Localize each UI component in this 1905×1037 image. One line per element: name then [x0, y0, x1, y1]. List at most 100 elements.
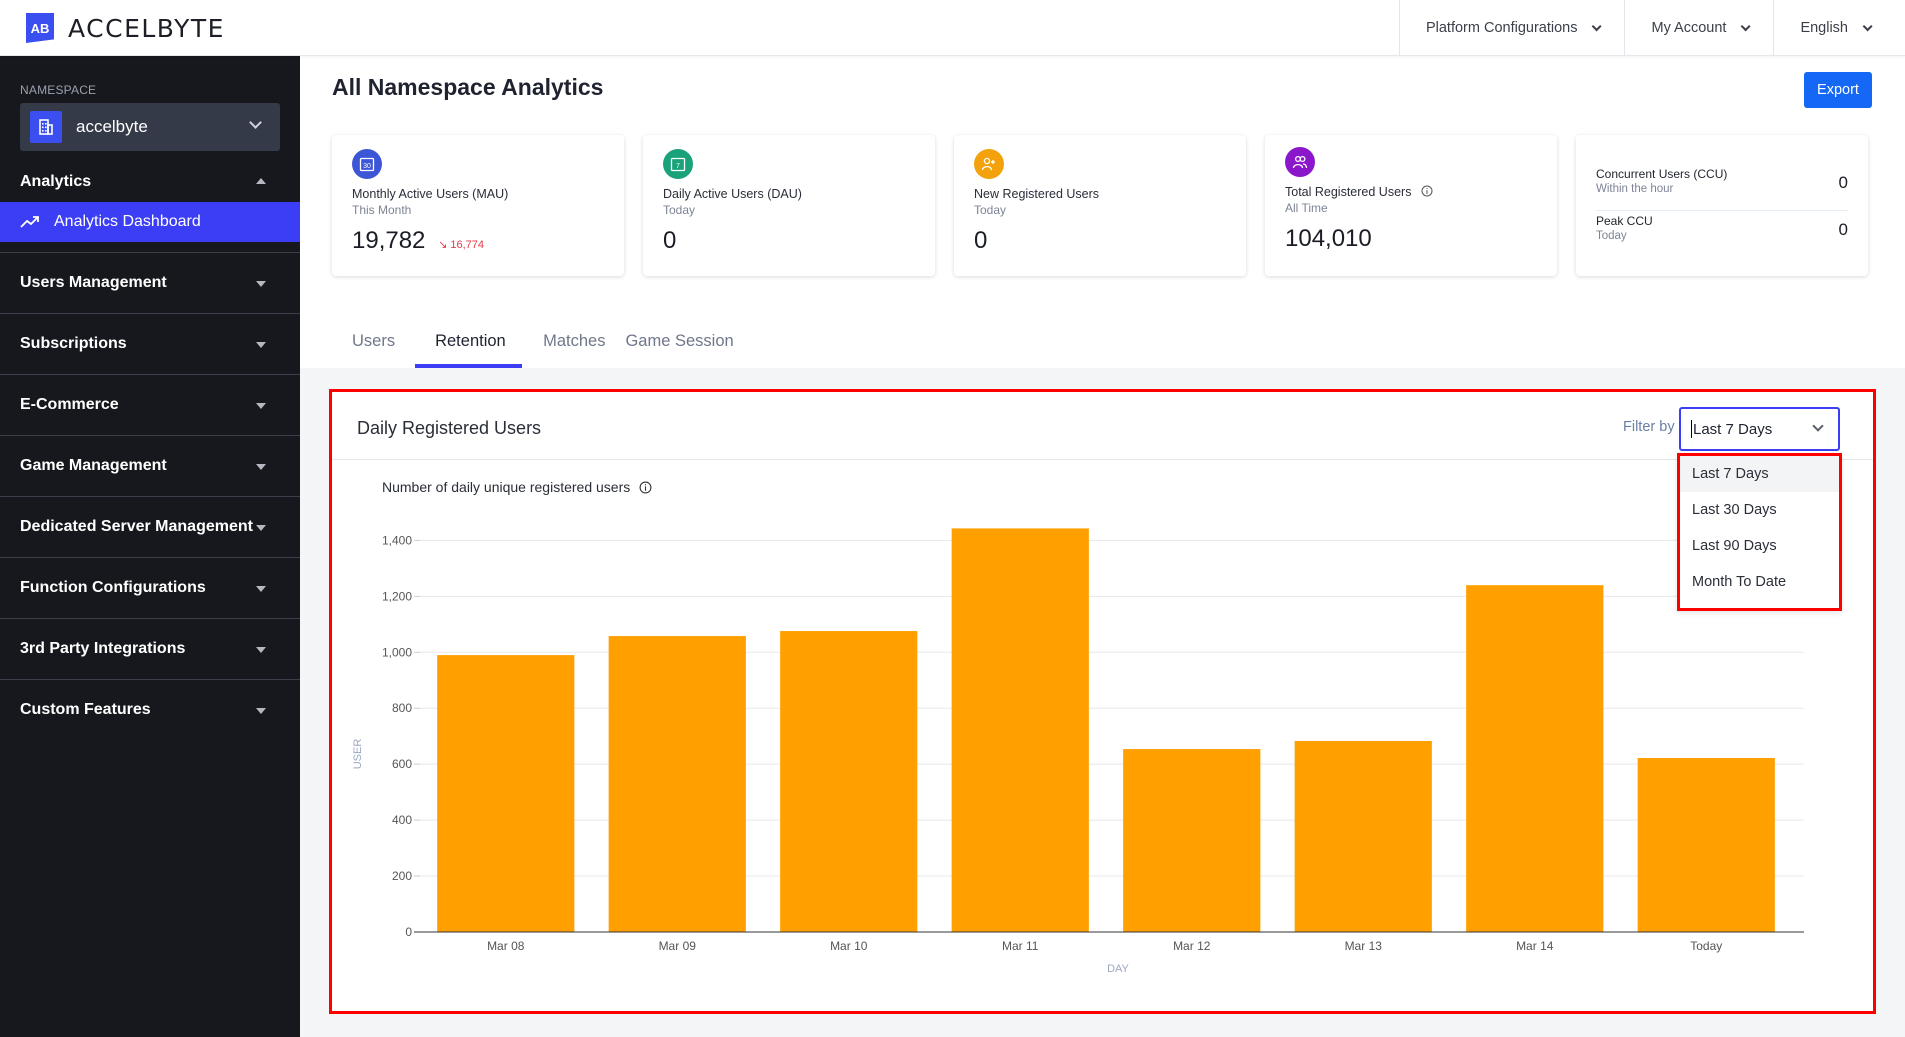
- mau-value: 19,782 ↘ 16,774: [352, 227, 484, 255]
- y-tick-label: 400: [392, 813, 412, 827]
- bar-mar-11[interactable]: [951, 528, 1089, 932]
- sidebar-item-game-management[interactable]: Game Management: [0, 436, 300, 496]
- caret-down-icon: [256, 708, 266, 714]
- bar-today[interactable]: [1637, 758, 1775, 932]
- tab-users[interactable]: Users: [332, 322, 415, 368]
- sidebar-item-analytics-dashboard[interactable]: Analytics Dashboard: [0, 202, 300, 242]
- sidebar-item-dedicated-server-management[interactable]: Dedicated Server Management: [0, 497, 300, 557]
- x-tick-label: Mar 14: [1516, 939, 1554, 953]
- peak-ccu-label: Peak CCU: [1596, 214, 1653, 228]
- peak-ccu-row: Peak CCU Today 0: [1596, 214, 1848, 242]
- mau-card: 30 Monthly Active Users (MAU) This Month…: [332, 135, 624, 276]
- accelbyte-logo[interactable]: AB ACCELBYTE: [26, 13, 225, 43]
- bar-mar-08[interactable]: [437, 655, 575, 932]
- mau-period: This Month: [352, 203, 412, 217]
- svg-text:30: 30: [363, 163, 371, 170]
- x-tick-label: Mar 12: [1173, 939, 1211, 953]
- sidebar-item-custom-features[interactable]: Custom Features: [0, 680, 300, 740]
- sidebar-group-e-commerce: E-Commerce: [0, 375, 300, 436]
- caret-down-icon: [256, 342, 266, 348]
- sidebar-item-label: Subscriptions: [20, 335, 127, 352]
- sidebar-group-custom-features: Custom Features: [0, 680, 300, 740]
- logo-text: ACCELBYTE: [68, 13, 225, 43]
- y-tick-label: 200: [392, 869, 412, 883]
- sidebar-item-function-configurations[interactable]: Function Configurations: [0, 558, 300, 618]
- caret-down-icon: [256, 586, 266, 592]
- filter-option-last-30-days[interactable]: Last 30 Days: [1680, 492, 1839, 528]
- dau-label: Daily Active Users (DAU): [663, 187, 802, 201]
- sidebar-item-users-management[interactable]: Users Management: [0, 253, 300, 313]
- chevron-down-icon: [1862, 20, 1873, 31]
- sidebar: NAMESPACE accelbyte Analytics Analytics …: [0, 56, 300, 1037]
- new-registered-users-label: New Registered Users: [974, 187, 1100, 201]
- sidebar-item-subscriptions[interactable]: Subscriptions: [0, 314, 300, 374]
- tab-retention[interactable]: Retention: [415, 322, 523, 368]
- export-button[interactable]: Export: [1804, 72, 1872, 108]
- sidebar-group-dedicated-server-management: Dedicated Server Management: [0, 497, 300, 558]
- language-label: English: [1800, 20, 1848, 36]
- bar-mar-13[interactable]: [1294, 740, 1432, 932]
- caret-down-icon: [256, 464, 266, 470]
- ccu-card: Concurrent Users (CCU) Within the hour 0…: [1576, 135, 1868, 276]
- total-registered-users-value: 104,010: [1285, 225, 1372, 252]
- sidebar-group-subscriptions: Subscriptions: [0, 314, 300, 375]
- sidebar-item-label: Analytics: [20, 173, 92, 190]
- peak-ccu-value: 0: [1838, 220, 1848, 239]
- sidebar-item-analytics[interactable]: Analytics: [0, 162, 300, 202]
- info-icon[interactable]: [1421, 185, 1433, 197]
- x-tick-label: Today: [1690, 939, 1722, 953]
- x-axis-title: DAY: [1107, 963, 1129, 975]
- caret-down-icon: [256, 525, 266, 531]
- namespace-label: NAMESPACE: [20, 83, 97, 97]
- sidebar-item-label: Game Management: [20, 457, 167, 474]
- mau-delta-value: 16,774: [450, 239, 485, 251]
- bar-mar-14[interactable]: [1466, 585, 1604, 932]
- sidebar-group-game-management: Game Management: [0, 436, 300, 497]
- sidebar-item-3rd-party-integrations[interactable]: 3rd Party Integrations: [0, 619, 300, 679]
- my-account-menu[interactable]: My Account: [1624, 0, 1773, 56]
- new-registered-users-period: Today: [974, 203, 1007, 217]
- my-account-label: My Account: [1651, 20, 1727, 36]
- total-registered-users-label: Total Registered Users: [1285, 185, 1433, 199]
- logo-mark-icon: AB: [26, 13, 54, 43]
- building-icon: [30, 111, 62, 143]
- sidebar-item-label: Function Configurations: [20, 579, 206, 596]
- ccu-period: Within the hour: [1596, 183, 1674, 195]
- y-tick-label: 1,000: [382, 645, 412, 659]
- sidebar-item-label: Analytics Dashboard: [54, 213, 201, 230]
- bar-mar-12[interactable]: [1123, 749, 1261, 932]
- sidebar-item-label: 3rd Party Integrations: [20, 640, 186, 657]
- ccu-row: Concurrent Users (CCU) Within the hour 0: [1596, 167, 1848, 195]
- analytics-tabs: Users Retention Matches Game Session: [332, 322, 744, 368]
- page-title: All Namespace Analytics: [332, 74, 604, 100]
- mau-label: Monthly Active Users (MAU): [352, 187, 509, 201]
- x-axis-ticks: Mar 08 Mar 09 Mar 10 Mar 11 Mar 12 Mar 13 Mar …: [487, 939, 1722, 953]
- filter-option-last-90-days[interactable]: Last 90 Days: [1680, 528, 1839, 564]
- caret-down-icon: [256, 403, 266, 409]
- language-menu[interactable]: English: [1773, 0, 1905, 56]
- sidebar-item-e-commerce[interactable]: E-Commerce: [0, 375, 300, 435]
- x-tick-label: Mar 11: [1002, 939, 1039, 953]
- top-header: AB ACCELBYTE Platform Configurations My …: [0, 0, 1905, 56]
- y-tick-label: 0: [405, 925, 412, 939]
- y-tick-label: 1,200: [382, 589, 412, 603]
- new-registered-users-card: New Registered Users Today 0: [954, 135, 1246, 276]
- tab-game-session[interactable]: Game Session: [615, 322, 743, 368]
- x-tick-label: Mar 10: [830, 939, 868, 953]
- total-registered-users-label-text: Total Registered Users: [1285, 185, 1412, 199]
- platform-configurations-menu[interactable]: Platform Configurations: [1398, 0, 1625, 56]
- total-registered-users-card: Total Registered Users All Time 104,010: [1265, 135, 1557, 276]
- y-tick-label: 600: [392, 757, 412, 771]
- sidebar-item-label: Dedicated Server Management: [20, 518, 253, 535]
- bar-mar-09[interactable]: [608, 636, 746, 932]
- namespace-select[interactable]: accelbyte: [20, 103, 280, 151]
- filter-option-month-to-date[interactable]: Month To Date: [1680, 564, 1839, 600]
- x-tick-label: Mar 08: [487, 939, 525, 953]
- sidebar-item-label: E-Commerce: [20, 396, 119, 413]
- bar-chart: 02004006008001,0001,2001,400 Mar 08 Mar 0…: [352, 528, 1804, 975]
- filter-option-last-7-days[interactable]: Last 7 Days: [1680, 456, 1839, 492]
- sidebar-group-analytics: Analytics Analytics Dashboard: [0, 162, 300, 253]
- tab-matches[interactable]: Matches: [522, 322, 615, 368]
- divider: [1596, 210, 1848, 211]
- bar-mar-10[interactable]: [780, 631, 918, 932]
